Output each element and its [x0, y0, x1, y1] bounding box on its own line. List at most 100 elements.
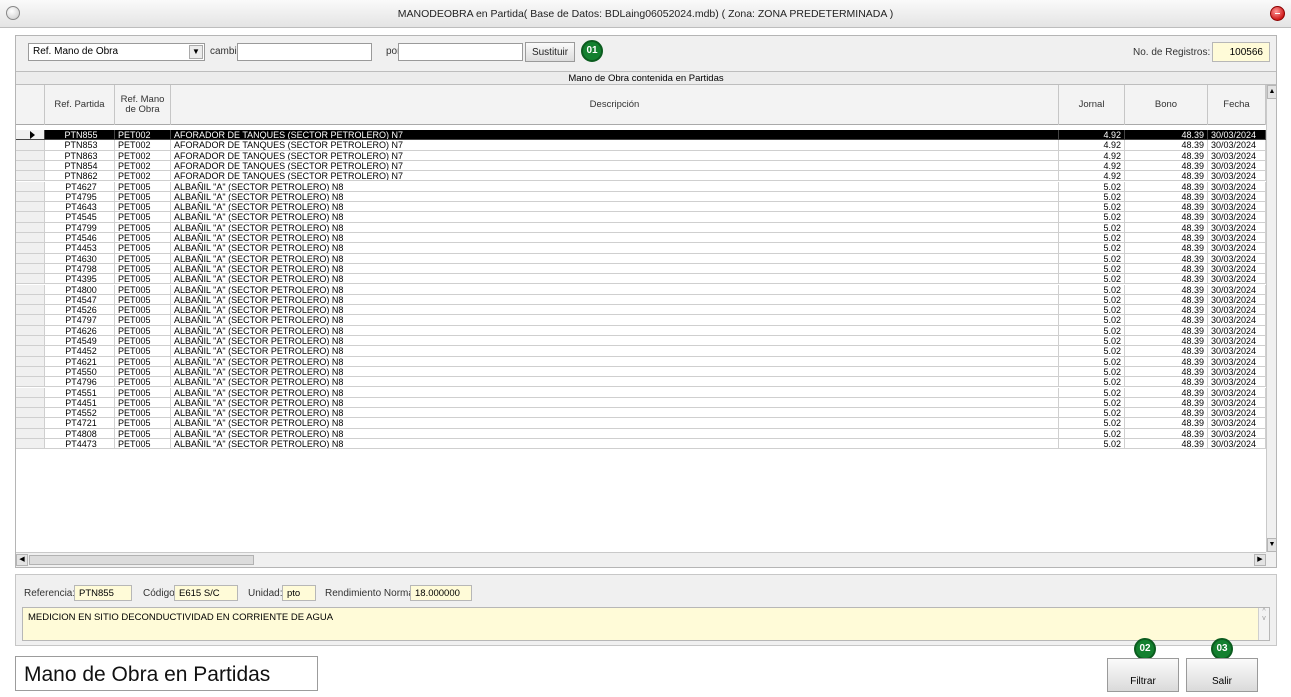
table-row[interactable]: PT4798 PET005 ALBAÑIL "A" (SECTOR PETROLER…: [16, 263, 1266, 275]
cell-jornal: 5.02: [1059, 191, 1125, 203]
cell-jornal: 5.02: [1059, 315, 1125, 326]
cell-descripcion: ALBAÑIL "A" (SECTOR PETROLERO) N8: [171, 366, 1059, 378]
cell-fecha: 30/03/2024: [1208, 130, 1266, 141]
cell-jornal: 5.02: [1059, 274, 1125, 285]
cell-descripcion: AFORADOR DE TANQUES (SECTOR PETROLERO) N…: [171, 140, 1059, 151]
table-row[interactable]: PT4551 PET005 ALBAÑIL "A" (SECTOR PETROLER…: [16, 387, 1266, 398]
table-row[interactable]: PT4630 PET005 ALBAÑIL "A" (SECTOR PETROLER…: [16, 253, 1266, 264]
cell-fecha: 30/03/2024: [1208, 191, 1266, 203]
cell-fecha: 30/03/2024: [1208, 346, 1266, 357]
table-row[interactable]: PT4795 PET005 ALBAÑIL "A" (SECTOR PETROLER…: [16, 191, 1266, 203]
referencia-field[interactable]: PTN855: [74, 585, 132, 601]
table-row[interactable]: PT4808 PET005 ALBAÑIL "A" (SECTOR PETROLER…: [16, 428, 1266, 439]
filtrar-button[interactable]: Filtrar: [1107, 658, 1179, 692]
table-row[interactable]: PT4721 PET005 ALBAÑIL "A" (SECTOR PETROLER…: [16, 418, 1266, 429]
unidad-label: Unidad:: [248, 588, 283, 599]
field-select[interactable]: Ref. Mano de Obra ▼: [28, 43, 205, 61]
cell-descripcion: ALBAÑIL "A" (SECTOR PETROLERO) N8: [171, 325, 1059, 336]
cell-bono: 48.39: [1125, 243, 1208, 254]
col-fecha[interactable]: Fecha: [1208, 85, 1266, 125]
cell-fecha: 30/03/2024: [1208, 212, 1266, 223]
vertical-scrollbar[interactable]: ▲ ▼: [1266, 85, 1277, 552]
table-row[interactable]: PT4621 PET005 ALBAÑIL "A" (SECTOR PETROLER…: [16, 356, 1266, 367]
descripcion-textarea[interactable]: MEDICION EN SITIO DECONDUCTIVIDAD EN COR…: [22, 607, 1270, 641]
close-button[interactable]: [1270, 6, 1285, 21]
cell-fecha: 30/03/2024: [1208, 418, 1266, 429]
table-row[interactable]: PT4627 PET005 ALBAÑIL "A" (SECTOR PETROLER…: [16, 181, 1266, 192]
replace-toolbar: Ref. Mano de Obra ▼ cambiar por Sustitui…: [16, 36, 1276, 70]
cell-ref-mano-obra: PET005: [115, 305, 171, 316]
table-row[interactable]: PT4451 PET005 ALBAÑIL "A" (SECTOR PETROLER…: [16, 397, 1266, 409]
table-row[interactable]: PTN863 PET002 AFORADOR DE TANQUES (SECTOR …: [16, 150, 1266, 161]
table-row[interactable]: PTN853 PET002 AFORADOR DE TANQUES (SECTOR …: [16, 140, 1266, 151]
cell-descripcion: ALBAÑIL "A" (SECTOR PETROLERO) N8: [171, 387, 1059, 398]
scroll-down-icon[interactable]: ▼: [1267, 538, 1277, 552]
row-selector: [16, 305, 45, 316]
table-row[interactable]: PT4552 PET005 ALBAÑIL "A" (SECTOR PETROLER…: [16, 408, 1266, 419]
table-row[interactable]: PT4526 PET005 ALBAÑIL "A" (SECTOR PETROLER…: [16, 305, 1266, 316]
row-selector: [16, 377, 45, 388]
cambiar-input[interactable]: [237, 43, 372, 61]
col-bono[interactable]: Bono: [1125, 85, 1208, 125]
table-row[interactable]: PT4797 PET005 ALBAÑIL "A" (SECTOR PETROLER…: [16, 315, 1266, 326]
cell-ref-partida: PT4808: [45, 428, 115, 439]
grid-header: Ref. Partida Ref. Mano de Obra Descripci…: [16, 85, 1266, 125]
textarea-scrollbar[interactable]: ^ v: [1258, 608, 1269, 640]
table-row[interactable]: PT4800 PET005 ALBAÑIL "A" (SECTOR PETROLER…: [16, 284, 1266, 295]
cell-descripcion: ALBAÑIL "A" (SECTOR PETROLERO) N8: [171, 284, 1059, 295]
unidad-field[interactable]: pto: [282, 585, 316, 601]
row-selector: [16, 181, 45, 192]
rendimiento-field[interactable]: 18.000000: [410, 585, 472, 601]
cell-fecha: 30/03/2024: [1208, 397, 1266, 409]
table-row[interactable]: PTN854 PET002 AFORADOR DE TANQUES (SECTOR …: [16, 160, 1266, 172]
table-row[interactable]: PT4643 PET005 ALBAÑIL "A" (SECTOR PETROLER…: [16, 202, 1266, 213]
table-row[interactable]: PTN855 PET002 AFORADOR DE TANQUES (SECTOR …: [16, 130, 1266, 141]
cell-descripcion: ALBAÑIL "A" (SECTOR PETROLERO) N8: [171, 202, 1059, 213]
horizontal-scrollbar[interactable]: ◀ ▶: [16, 552, 1266, 567]
table-row[interactable]: PT4550 PET005 ALBAÑIL "A" (SECTOR PETROLER…: [16, 366, 1266, 378]
cell-ref-partida: PTN853: [45, 140, 115, 151]
table-row[interactable]: PT4626 PET005 ALBAÑIL "A" (SECTOR PETROLER…: [16, 325, 1266, 336]
cell-ref-partida: PT4627: [45, 181, 115, 192]
row-selector: [16, 140, 45, 151]
table-row[interactable]: PTN862 PET002 AFORADOR DE TANQUES (SECTOR …: [16, 171, 1266, 182]
cell-ref-mano-obra: PET005: [115, 253, 171, 264]
scroll-right-icon[interactable]: ▶: [1254, 554, 1266, 566]
cell-fecha: 30/03/2024: [1208, 315, 1266, 326]
col-ref-partida[interactable]: Ref. Partida: [45, 85, 115, 125]
table-row[interactable]: PT4549 PET005 ALBAÑIL "A" (SECTOR PETROLER…: [16, 336, 1266, 347]
table-row[interactable]: PT4395 PET005 ALBAÑIL "A" (SECTOR PETROLER…: [16, 274, 1266, 285]
row-selector: [16, 212, 45, 223]
sustituir-button[interactable]: Sustituir: [525, 42, 575, 62]
cell-descripcion: AFORADOR DE TANQUES (SECTOR PETROLERO) N…: [171, 160, 1059, 172]
cell-ref-mano-obra: PET005: [115, 202, 171, 213]
cell-descripcion: AFORADOR DE TANQUES (SECTOR PETROLERO) N…: [171, 150, 1059, 161]
cell-bono: 48.39: [1125, 325, 1208, 336]
table-row[interactable]: PT4546 PET005 ALBAÑIL "A" (SECTOR PETROLER…: [16, 233, 1266, 244]
table-row[interactable]: PT4799 PET005 ALBAÑIL "A" (SECTOR PETROLER…: [16, 222, 1266, 233]
table-row[interactable]: PT4452 PET005 ALBAÑIL "A" (SECTOR PETROLER…: [16, 346, 1266, 357]
table-row[interactable]: PT4453 PET005 ALBAÑIL "A" (SECTOR PETROLER…: [16, 243, 1266, 254]
row-selector: [16, 387, 45, 398]
col-jornal[interactable]: Jornal: [1059, 85, 1125, 125]
salir-button[interactable]: Salir: [1186, 658, 1258, 692]
col-descripcion[interactable]: Descripción: [171, 85, 1059, 125]
row-selector: [16, 253, 45, 264]
cell-bono: 48.39: [1125, 171, 1208, 182]
table-row[interactable]: PT4473 PET005 ALBAÑIL "A" (SECTOR PETROLER…: [16, 439, 1266, 450]
cell-descripcion: ALBAÑIL "A" (SECTOR PETROLERO) N8: [171, 191, 1059, 203]
cell-ref-mano-obra: PET002: [115, 160, 171, 172]
por-input[interactable]: [398, 43, 523, 61]
cell-descripcion: ALBAÑIL "A" (SECTOR PETROLERO) N8: [171, 377, 1059, 388]
scroll-thumb[interactable]: [29, 555, 254, 565]
table-row[interactable]: PT4545 PET005 ALBAÑIL "A" (SECTOR PETROLER…: [16, 212, 1266, 223]
chevron-down-icon[interactable]: ▼: [189, 45, 203, 59]
codigo-field[interactable]: E615 S/C: [174, 585, 238, 601]
cell-ref-partida: PT4621: [45, 356, 115, 367]
scroll-up-icon[interactable]: ▲: [1267, 85, 1277, 99]
table-row[interactable]: PT4796 PET005 ALBAÑIL "A" (SECTOR PETROLER…: [16, 377, 1266, 388]
cell-ref-partida: PT4796: [45, 377, 115, 388]
col-ref-mano-obra[interactable]: Ref. Mano de Obra: [115, 85, 171, 125]
table-row[interactable]: PT4547 PET005 ALBAÑIL "A" (SECTOR PETROLER…: [16, 294, 1266, 306]
scroll-left-icon[interactable]: ◀: [16, 554, 28, 566]
